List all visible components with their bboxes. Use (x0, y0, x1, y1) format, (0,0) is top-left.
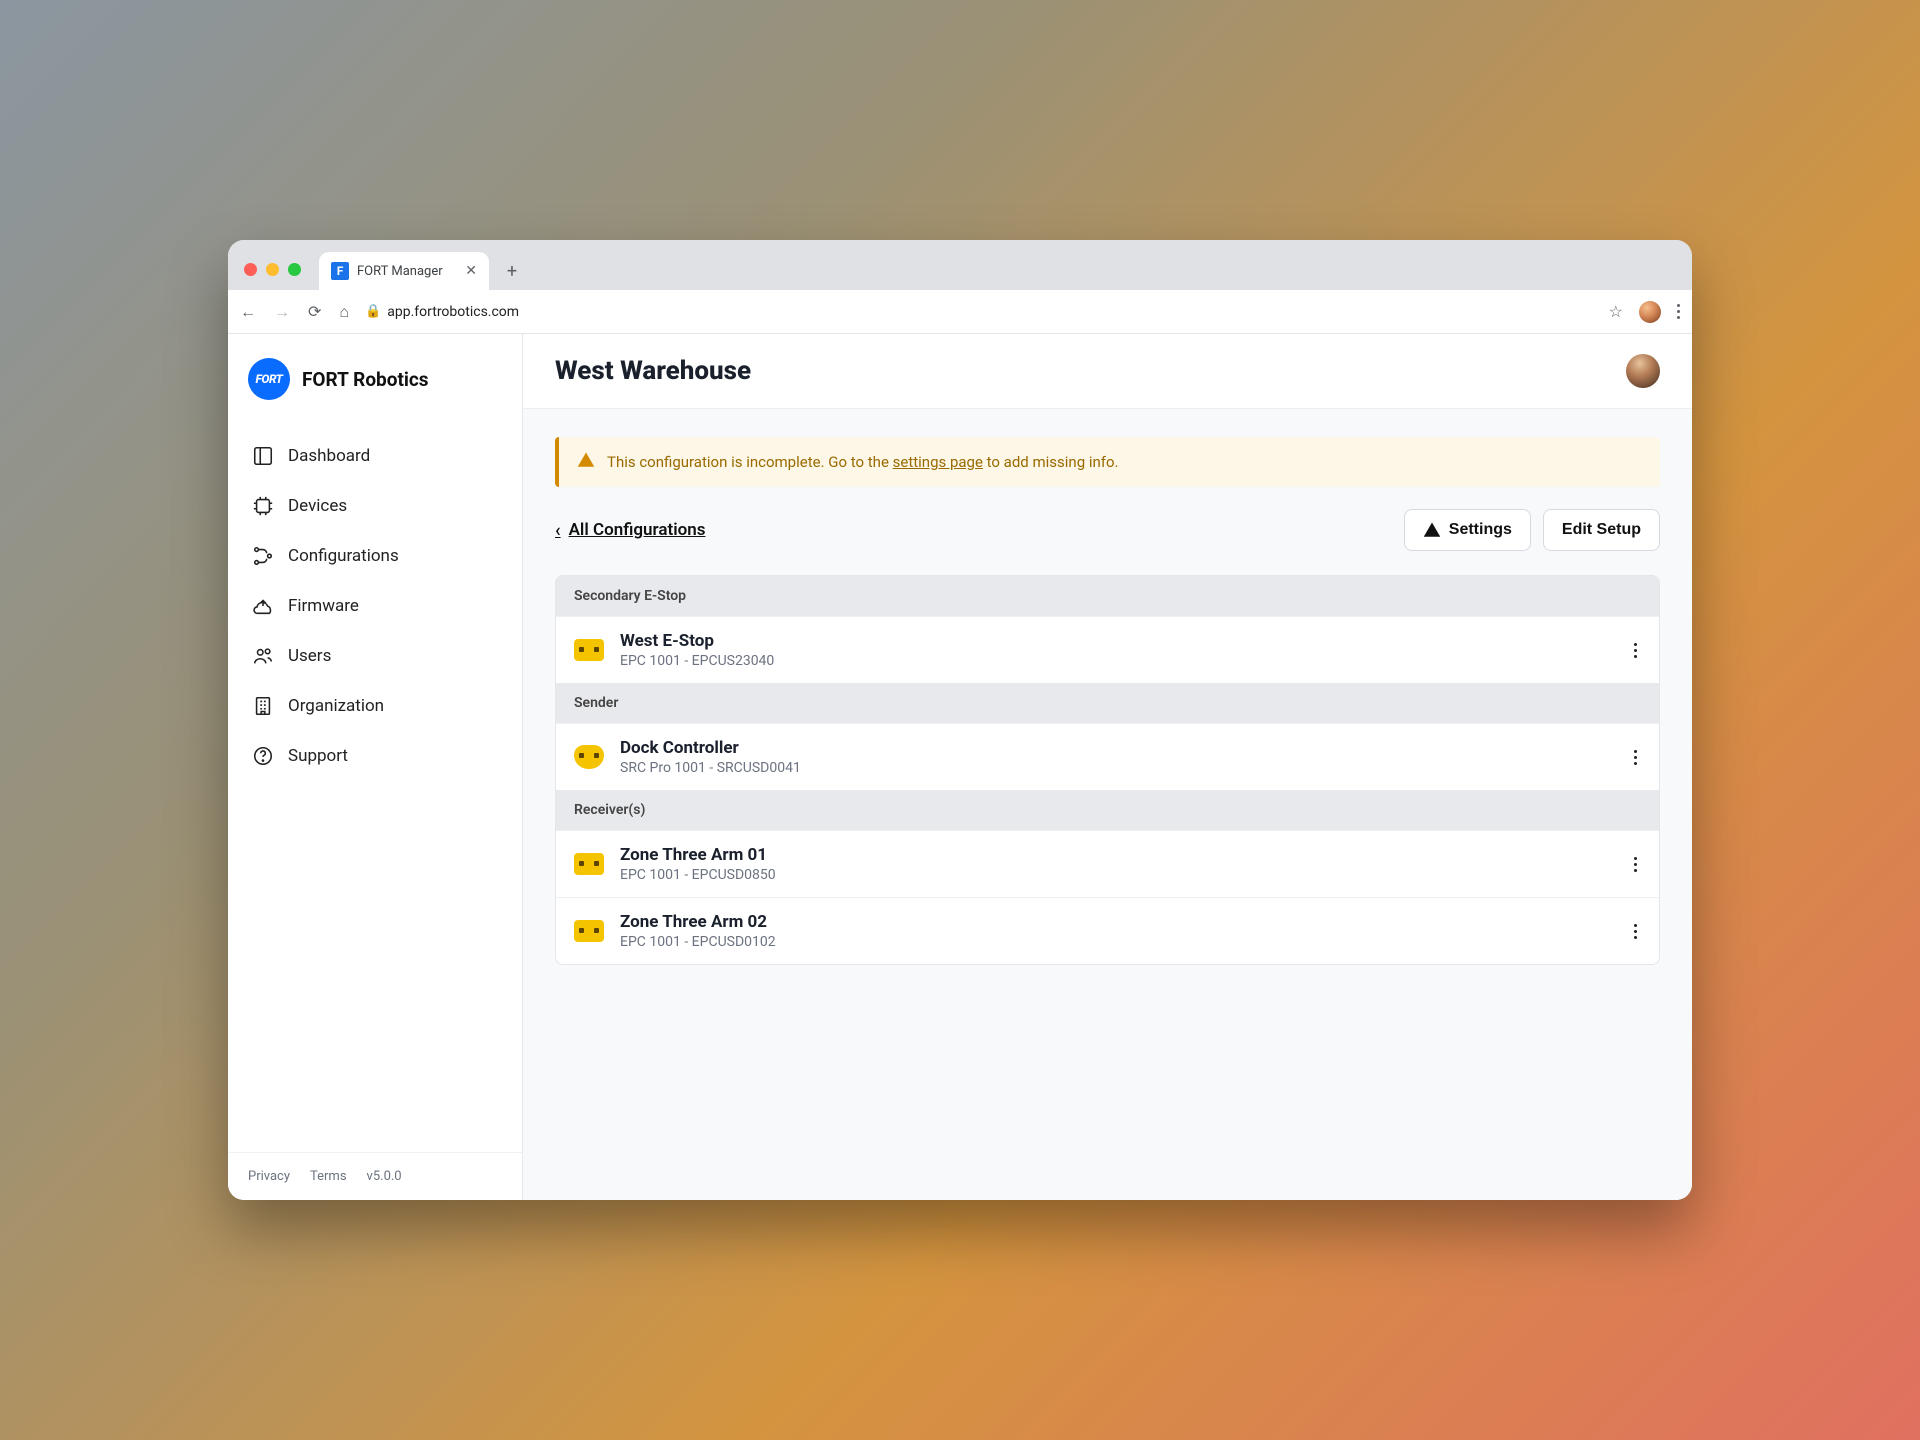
nav-back-icon[interactable]: ← (240, 302, 256, 322)
sidebar-item-label: Organization (288, 696, 384, 716)
kebab-icon (1634, 924, 1637, 939)
controller-device-icon (574, 745, 604, 769)
tab-title: FORT Manager (357, 264, 443, 279)
row-menu-button[interactable] (1630, 920, 1641, 943)
window-controls (236, 263, 311, 290)
configurations-icon (252, 545, 274, 567)
sub-toolbar: ‹ All Configurations Settings Edit Setup (555, 509, 1660, 551)
epc-device-icon (574, 639, 604, 661)
section-heading: Sender (556, 683, 1659, 723)
device-row[interactable]: West E-Stop EPC 1001 - EPCUS23040 (556, 616, 1659, 683)
bookmark-star-icon[interactable]: ☆ (1609, 302, 1623, 321)
url-field[interactable]: 🔒 app.fortrobotics.com (365, 304, 1593, 320)
sidebar-item-configurations[interactable]: Configurations (236, 532, 514, 580)
row-menu-button[interactable] (1630, 853, 1641, 876)
browser-addressbar: ← → ⟳ ⌂ 🔒 app.fortrobotics.com ☆ (228, 290, 1692, 334)
row-menu-button[interactable] (1630, 746, 1641, 769)
device-meta: EPC 1001 - EPCUS23040 (620, 653, 774, 669)
sidebar-item-label: Support (288, 746, 348, 766)
users-icon (252, 645, 274, 667)
footer-version: v5.0.0 (367, 1169, 402, 1184)
organization-icon (252, 695, 274, 717)
browser-profile-avatar[interactable] (1639, 301, 1661, 323)
kebab-icon (1634, 750, 1637, 765)
warning-banner: This configuration is incomplete. Go to … (555, 437, 1660, 487)
sidebar-item-label: Dashboard (288, 446, 370, 466)
device-meta: EPC 1001 - EPCUSD0102 (620, 934, 776, 950)
url-text: app.fortrobotics.com (387, 304, 519, 320)
sidebar-item-label: Devices (288, 496, 347, 516)
app-root: FORT FORT Robotics Dashboard Devices Con… (228, 334, 1692, 1200)
device-meta: EPC 1001 - EPCUSD0850 (620, 867, 776, 883)
warning-icon (1423, 521, 1441, 539)
epc-device-icon (574, 853, 604, 875)
minimize-window-icon[interactable] (266, 263, 279, 276)
page-content: This configuration is incomplete. Go to … (523, 409, 1692, 993)
edit-setup-button-label: Edit Setup (1562, 521, 1641, 539)
banner-text: This configuration is incomplete. Go to … (607, 453, 1119, 471)
section-heading: Receiver(s) (556, 790, 1659, 830)
device-row[interactable]: Zone Three Arm 02 EPC 1001 - EPCUSD0102 (556, 897, 1659, 964)
browser-window: F FORT Manager ✕ + ← → ⟳ ⌂ 🔒 app.fortrob… (228, 240, 1692, 1200)
kebab-icon (1634, 857, 1637, 872)
new-tab-button[interactable]: + (497, 256, 527, 286)
brand-logo-icon: FORT (248, 358, 290, 400)
settings-button-label: Settings (1449, 521, 1512, 539)
footer-terms-link[interactable]: Terms (310, 1169, 347, 1184)
browser-menu-icon[interactable] (1677, 304, 1680, 319)
page-header: West Warehouse (523, 334, 1692, 409)
user-avatar[interactable] (1626, 354, 1660, 388)
sidebar-item-label: Configurations (288, 546, 399, 566)
sidebar-item-users[interactable]: Users (236, 632, 514, 680)
nav-home-icon[interactable]: ⌂ (339, 302, 349, 322)
maximize-window-icon[interactable] (288, 263, 301, 276)
sidebar-item-firmware[interactable]: Firmware (236, 582, 514, 630)
support-icon (252, 745, 274, 767)
chevron-left-icon: ‹ (555, 520, 561, 541)
row-menu-button[interactable] (1630, 639, 1641, 662)
sidebar: FORT FORT Robotics Dashboard Devices Con… (228, 334, 523, 1200)
sidebar-footer: Privacy Terms v5.0.0 (228, 1152, 522, 1200)
sidebar-nav: Dashboard Devices Configurations Firmwar… (228, 424, 522, 788)
device-name: Zone Three Arm 02 (620, 912, 776, 932)
devices-icon (252, 495, 274, 517)
device-name: West E-Stop (620, 631, 774, 651)
back-link-label: All Configurations (569, 520, 706, 540)
footer-privacy-link[interactable]: Privacy (248, 1169, 290, 1184)
favicon-icon: F (331, 262, 349, 280)
device-name: Dock Controller (620, 738, 801, 758)
sidebar-item-label: Users (288, 646, 331, 666)
brand-name: FORT Robotics (302, 368, 429, 391)
lock-icon: 🔒 (365, 304, 381, 319)
sidebar-item-organization[interactable]: Organization (236, 682, 514, 730)
settings-button[interactable]: Settings (1404, 509, 1531, 551)
sidebar-item-devices[interactable]: Devices (236, 482, 514, 530)
epc-device-icon (574, 920, 604, 942)
back-link[interactable]: ‹ All Configurations (555, 520, 705, 541)
tab-close-icon[interactable]: ✕ (465, 263, 477, 279)
warning-icon (577, 451, 595, 473)
edit-setup-button[interactable]: Edit Setup (1543, 509, 1660, 551)
sidebar-item-support[interactable]: Support (236, 732, 514, 780)
firmware-icon (252, 595, 274, 617)
device-panel: Secondary E-Stop West E-Stop EPC 1001 - EP… (555, 575, 1660, 965)
close-window-icon[interactable] (244, 263, 257, 276)
section-heading: Secondary E-Stop (556, 576, 1659, 616)
page-title: West Warehouse (555, 356, 751, 386)
device-row[interactable]: Zone Three Arm 01 EPC 1001 - EPCUSD0850 (556, 830, 1659, 897)
device-row[interactable]: Dock Controller SRC Pro 1001 - SRCUSD0041 (556, 723, 1659, 790)
browser-tabbar: F FORT Manager ✕ + (228, 240, 1692, 290)
main: West Warehouse This configuration is inc… (523, 334, 1692, 1200)
dashboard-icon (252, 445, 274, 467)
nav-forward-icon[interactable]: → (274, 302, 290, 322)
brand[interactable]: FORT FORT Robotics (228, 334, 522, 424)
nav-reload-icon[interactable]: ⟳ (308, 302, 321, 321)
sidebar-item-label: Firmware (288, 596, 359, 616)
kebab-icon (1634, 643, 1637, 658)
browser-tab[interactable]: F FORT Manager ✕ (319, 252, 489, 290)
banner-settings-link[interactable]: settings page (893, 453, 983, 471)
device-meta: SRC Pro 1001 - SRCUSD0041 (620, 760, 801, 776)
sidebar-item-dashboard[interactable]: Dashboard (236, 432, 514, 480)
device-name: Zone Three Arm 01 (620, 845, 776, 865)
